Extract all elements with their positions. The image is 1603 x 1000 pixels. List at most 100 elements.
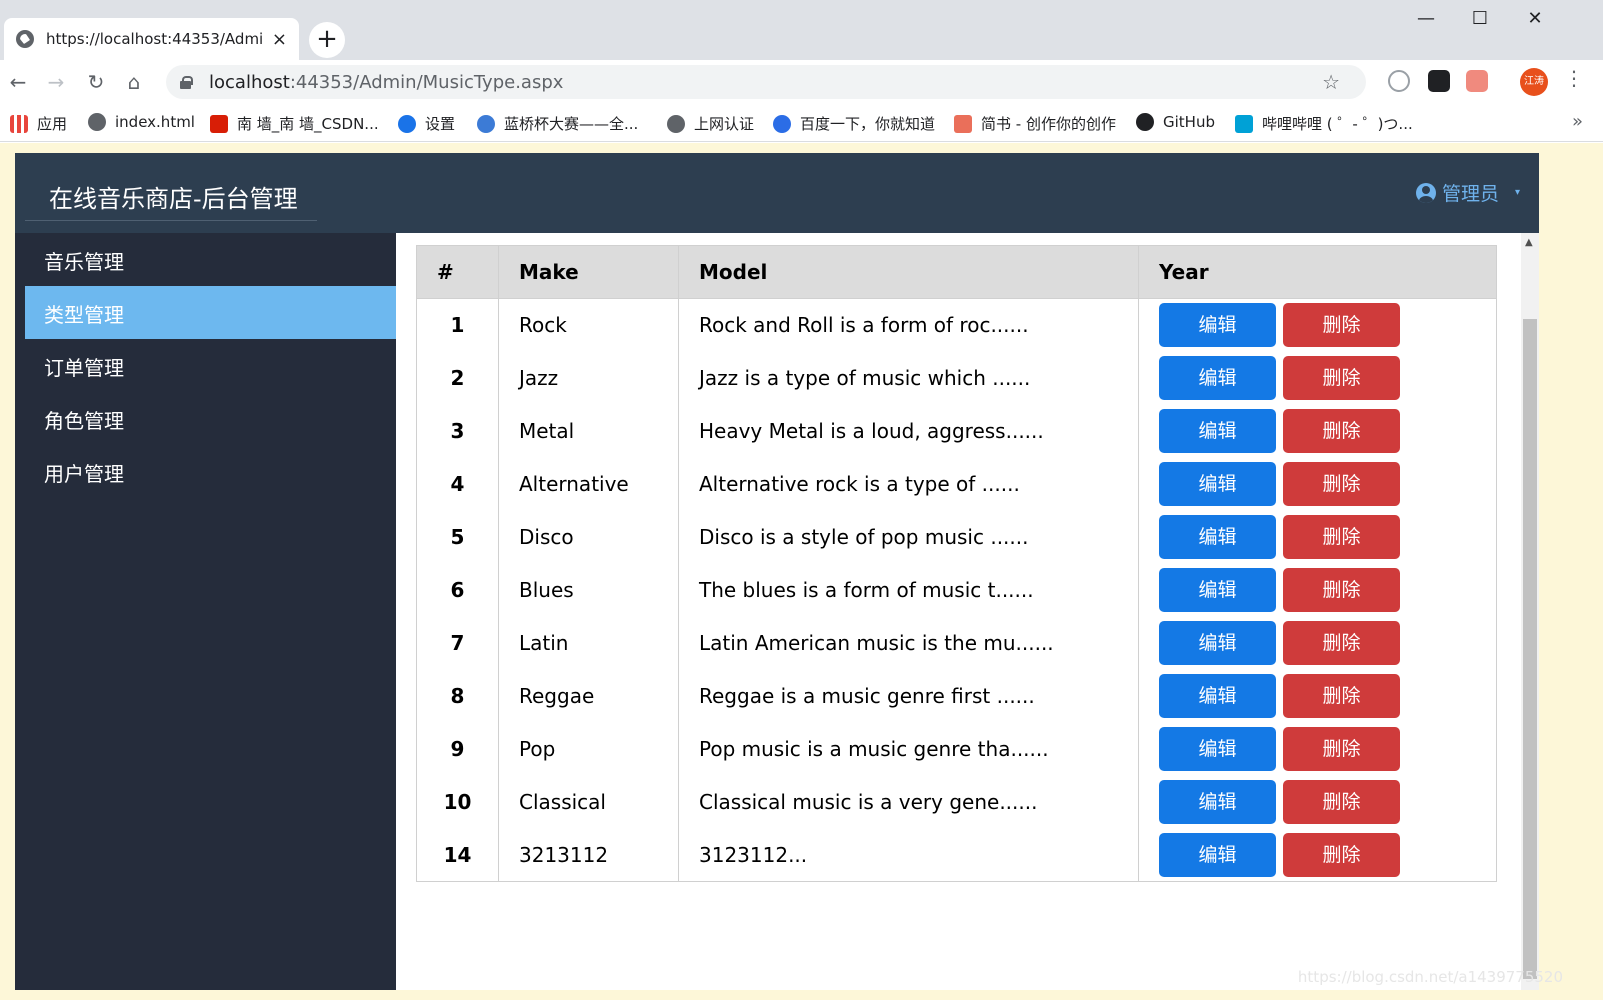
sidebar-item-roles[interactable]: 角色管理 (25, 392, 396, 445)
minimize-button[interactable]: — (1403, 8, 1449, 29)
table-row: 5 Disco Disco is a style of pop music ....… (416, 510, 1497, 564)
address-bar[interactable]: localhost:44353/Admin/MusicType.aspx ☆ (166, 65, 1366, 99)
row-actions: 编辑 删除 (1138, 828, 1497, 882)
bookmark-network-auth[interactable]: 上网认证 (667, 113, 754, 134)
delete-button[interactable]: 删除 (1283, 780, 1400, 824)
new-tab-button[interactable]: + (309, 22, 345, 58)
user-circle-icon (1415, 182, 1436, 203)
edit-button[interactable]: 编辑 (1159, 462, 1276, 506)
edit-button[interactable]: 编辑 (1159, 674, 1276, 718)
row-actions: 编辑 删除 (1138, 404, 1497, 458)
row-make: Jazz (498, 351, 679, 405)
edit-button[interactable]: 编辑 (1159, 832, 1276, 877)
bookmark-github[interactable]: GitHub (1136, 113, 1215, 131)
profile-avatar[interactable]: 江涛 (1520, 68, 1548, 96)
scrollbar-thumb[interactable] (1523, 319, 1537, 979)
close-window-button[interactable]: ✕ (1512, 8, 1558, 29)
main-content: # Make Model Year 1 Rock Rock and Roll is … (396, 233, 1521, 990)
page-viewport: 在线音乐商店-后台管理 管理员 ▾ 音乐管理 类型管理 订单管理 角色管理 用户… (0, 143, 1603, 1000)
row-model: Pop music is a music genre tha...... (678, 722, 1139, 776)
row-make: 3213112 (498, 828, 679, 882)
bookmark-baidu[interactable]: 百度一下，你就知道 (773, 113, 935, 134)
bookmark-label: index.html (115, 113, 195, 131)
column-header-make: Make (498, 245, 679, 299)
edit-button[interactable]: 编辑 (1159, 780, 1276, 824)
delete-button[interactable]: 删除 (1283, 621, 1400, 665)
browser-menu-icon[interactable]: ⋮ (1564, 66, 1584, 90)
delete-button[interactable]: 删除 (1283, 356, 1400, 400)
back-arrow-icon[interactable]: ← (4, 68, 32, 96)
row-make: Classical (498, 775, 679, 829)
bookmark-star-icon[interactable]: ☆ (1322, 70, 1340, 94)
edit-button[interactable]: 编辑 (1159, 568, 1276, 612)
extension-pink-icon[interactable] (1466, 70, 1488, 92)
browser-toolbar: ← → ↻ ⌂ localhost:44353/Admin/MusicType.… (0, 60, 1603, 104)
bookmark-settings[interactable]: 设置 (398, 113, 455, 134)
row-number: 3 (416, 404, 499, 458)
bookmark-bilibili[interactable]: 哔哩哔哩 ( ゜- ゜)つ... (1235, 113, 1413, 134)
reload-icon[interactable]: ↻ (82, 68, 110, 96)
delete-button[interactable]: 删除 (1283, 515, 1400, 559)
gear-icon (398, 114, 416, 133)
row-number: 4 (416, 457, 499, 511)
vertical-scrollbar[interactable]: ▲ (1521, 233, 1539, 990)
extension-tampermonkey-icon[interactable] (1428, 70, 1450, 92)
table-row: 4 Alternative Alternative rock is a type o… (416, 457, 1497, 511)
delete-button[interactable]: 删除 (1283, 303, 1400, 348)
edit-button[interactable]: 编辑 (1159, 409, 1276, 453)
bookmark-csdn[interactable]: 南 墙_南 墙_CSDN... (210, 113, 379, 134)
bookmark-label: 应用 (37, 115, 68, 133)
row-actions: 编辑 删除 (1138, 298, 1497, 352)
scroll-up-arrow-icon[interactable]: ▲ (1525, 237, 1533, 248)
delete-button[interactable]: 删除 (1283, 727, 1400, 771)
lock-icon (180, 75, 193, 89)
bookmark-index-html[interactable]: index.html (88, 113, 195, 131)
extension-cloud-icon[interactable] (1388, 70, 1410, 92)
forward-arrow-icon[interactable]: → (42, 68, 70, 96)
row-number: 7 (416, 616, 499, 670)
brand-title[interactable]: 在线音乐商店-后台管理 (25, 153, 317, 221)
bookmarks-overflow-icon[interactable]: » (1572, 111, 1583, 132)
row-number: 14 (416, 828, 499, 882)
delete-button[interactable]: 删除 (1283, 832, 1400, 877)
edit-button[interactable]: 编辑 (1159, 727, 1276, 771)
sidebar-item-orders[interactable]: 订单管理 (25, 339, 396, 392)
sidebar-item-music[interactable]: 音乐管理 (25, 233, 396, 286)
bookmark-label: GitHub (1163, 113, 1215, 131)
delete-button[interactable]: 删除 (1283, 462, 1400, 506)
bookmark-jianshu[interactable]: 简书 - 创作你的创作 (954, 113, 1116, 134)
bookmark-apps[interactable]: 应用 (10, 113, 67, 134)
bookmark-label: 哔哩哔哩 ( ゜- ゜)つ... (1262, 115, 1413, 133)
edit-button[interactable]: 编辑 (1159, 356, 1276, 400)
delete-button[interactable]: 删除 (1283, 409, 1400, 453)
row-actions: 编辑 删除 (1138, 722, 1497, 776)
delete-button[interactable]: 删除 (1283, 674, 1400, 718)
maximize-button[interactable]: ☐ (1457, 8, 1503, 29)
tab-close-icon[interactable]: × (272, 29, 287, 50)
table-row: 8 Reggae Reggae is a music genre first ...… (416, 669, 1497, 723)
edit-button[interactable]: 编辑 (1159, 303, 1276, 348)
app-header: 在线音乐商店-后台管理 管理员 ▾ (15, 153, 1575, 233)
delete-button[interactable]: 删除 (1283, 568, 1400, 612)
row-actions: 编辑 删除 (1138, 775, 1497, 829)
row-model: Reggae is a music genre first ...... (678, 669, 1139, 723)
music-type-table: # Make Model Year 1 Rock Rock and Roll is … (416, 245, 1497, 882)
browser-titlebar: https://localhost:44353/Admin × + — ☐ ✕ (0, 0, 1603, 60)
edit-button[interactable]: 编辑 (1159, 515, 1276, 559)
table-row: 9 Pop Pop music is a music genre tha......… (416, 722, 1497, 776)
browser-tab[interactable]: https://localhost:44353/Admin × (4, 18, 299, 60)
row-make: Reggae (498, 669, 679, 723)
bookmark-label: 百度一下，你就知道 (800, 115, 936, 133)
user-menu[interactable]: 管理员 ▾ (1415, 179, 1520, 206)
bookmark-label: 南 墙_南 墙_CSDN... (237, 115, 379, 133)
bookmarks-bar: 应用 index.html 南 墙_南 墙_CSDN... 设置 蓝桥杯大赛——… (0, 104, 1603, 142)
globe-icon (667, 114, 685, 133)
table-row: 3 Metal Heavy Metal is a loud, aggress....… (416, 404, 1497, 458)
apps-grid-icon (10, 114, 28, 133)
bookmark-lanqiao[interactable]: 蓝桥杯大赛——全... (477, 113, 638, 134)
home-icon[interactable]: ⌂ (120, 68, 148, 96)
sidebar-item-types[interactable]: 类型管理 (25, 286, 396, 339)
row-make: Pop (498, 722, 679, 776)
edit-button[interactable]: 编辑 (1159, 621, 1276, 665)
sidebar-item-users[interactable]: 用户管理 (25, 445, 396, 498)
